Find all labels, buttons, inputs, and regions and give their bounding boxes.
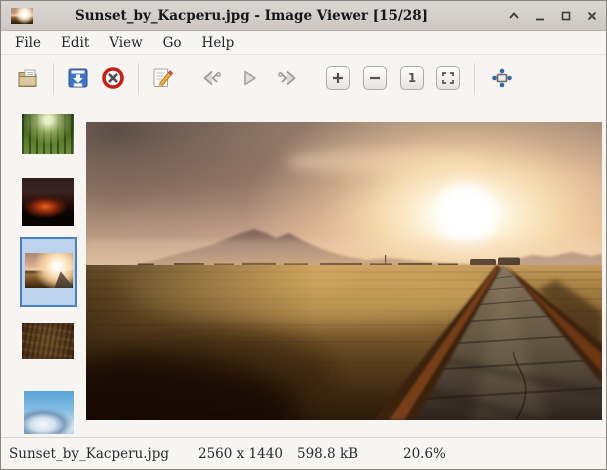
next-button[interactable] xyxy=(276,66,300,90)
menu-help[interactable]: Help xyxy=(192,32,245,55)
minimize-button[interactable] xyxy=(531,8,548,25)
thumbnail-sunset-field xyxy=(25,253,73,288)
status-dimensions: 2560 x 1440 xyxy=(198,438,283,470)
menubar: File Edit View Go Help xyxy=(1,32,606,55)
status-filesize: 598.8 kB xyxy=(297,438,358,470)
window-title: Sunset_by_Kacperu.jpg - Image Viewer [15… xyxy=(37,1,466,31)
menu-edit[interactable]: Edit xyxy=(51,32,99,55)
shade-button[interactable] xyxy=(505,8,522,25)
close-icon xyxy=(585,9,599,23)
close-button[interactable] xyxy=(583,8,600,25)
status-filename: Sunset_by_Kacperu.jpg xyxy=(9,438,169,470)
zoom-in-button[interactable] xyxy=(326,66,350,90)
titlebar[interactable]: Sunset_by_Kacperu.jpg - Image Viewer [15… xyxy=(1,1,606,31)
edit-icon xyxy=(150,66,174,90)
menu-go[interactable]: Go xyxy=(153,32,192,55)
main-image-view[interactable] xyxy=(86,122,602,420)
one-icon: 1 xyxy=(408,72,416,84)
play-icon xyxy=(237,66,261,90)
sunset-field-photo xyxy=(86,122,602,420)
mini-path-shape xyxy=(52,271,72,288)
menu-view[interactable]: View xyxy=(99,32,152,55)
chevron-up-icon xyxy=(507,9,521,23)
delete-button[interactable] xyxy=(101,66,125,90)
fullscreen-button[interactable] xyxy=(490,66,514,90)
save-button[interactable] xyxy=(66,66,90,90)
zoom-out-button[interactable] xyxy=(363,66,387,90)
fit-corners-icon xyxy=(440,70,456,86)
plus-icon xyxy=(330,70,346,86)
thumbnail-soil[interactable] xyxy=(22,323,74,359)
toolbar-separator xyxy=(474,63,475,95)
minus-icon xyxy=(367,70,383,86)
go-previous-icon xyxy=(199,66,223,90)
thumbnail-selected-cell[interactable] xyxy=(20,237,77,307)
toolbar-separator xyxy=(138,63,139,95)
save-icon xyxy=(66,66,90,90)
slideshow-button[interactable] xyxy=(237,66,261,90)
toolbar: 1 xyxy=(1,55,606,103)
statusbar: Sunset_by_Kacperu.jpg 2560 x 1440 598.8 … xyxy=(1,437,606,470)
previous-button[interactable] xyxy=(199,66,223,90)
thumbnail-forest[interactable] xyxy=(22,114,74,154)
toolbar-separator xyxy=(53,63,54,95)
best-fit-button[interactable] xyxy=(436,66,460,90)
maximize-button[interactable] xyxy=(557,8,574,25)
thumbnail-sky-clouds[interactable] xyxy=(24,391,74,434)
open-folder-icon xyxy=(16,66,40,90)
menu-file[interactable]: File xyxy=(5,32,51,55)
fullscreen-icon xyxy=(490,66,514,90)
minimize-icon xyxy=(533,9,547,23)
edit-button[interactable] xyxy=(150,66,174,90)
go-next-icon xyxy=(276,66,300,90)
zoom-original-button[interactable]: 1 xyxy=(400,66,424,90)
window-controls xyxy=(505,1,600,31)
window-icon xyxy=(11,8,33,24)
thumbnail-dark-sunset[interactable] xyxy=(22,178,74,226)
delete-icon xyxy=(101,66,125,90)
image-viewer-window: Sunset_by_Kacperu.jpg - Image Viewer [15… xyxy=(0,0,607,470)
status-zoom-level: 20.6% xyxy=(403,438,446,470)
maximize-icon xyxy=(559,9,573,23)
open-button[interactable] xyxy=(16,66,40,90)
